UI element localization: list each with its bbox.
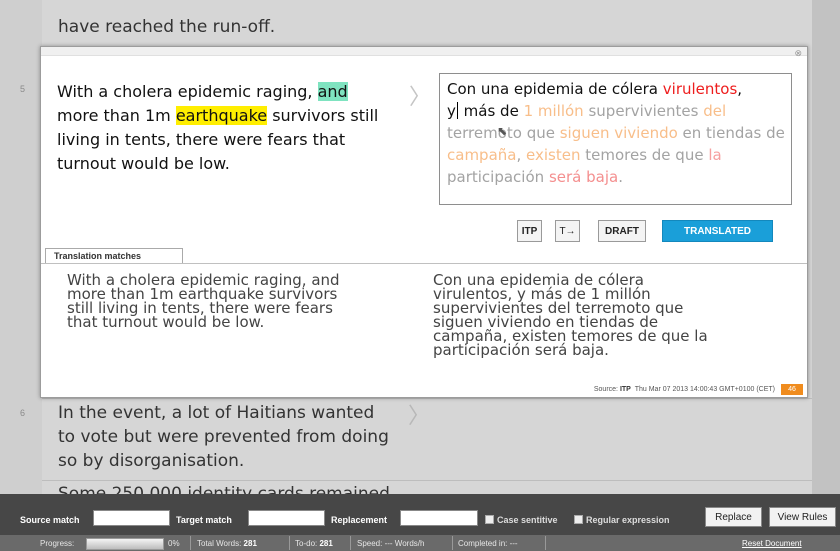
segment-line: In the event, a lot of Haitians wanted: [58, 403, 375, 423]
segment-line: to vote but were prevented from doing: [58, 427, 389, 447]
chevron-right-icon: 〉: [408, 404, 431, 429]
regex-checkbox[interactable]: [574, 515, 583, 524]
segment-number: 6: [20, 408, 26, 418]
source-segment: With a cholera epidemic raging, and more…: [57, 80, 387, 176]
replace-button[interactable]: Replace: [705, 507, 762, 527]
target-word-changed: virulentos: [662, 80, 738, 98]
replacement-input[interactable]: [400, 510, 478, 526]
completed-in: Completed in: ---: [458, 539, 518, 548]
view-rules-button[interactable]: View Rules: [769, 507, 836, 527]
tab-translation-matches[interactable]: Translation matches: [45, 248, 183, 263]
segment-6-source[interactable]: In the event, a lot of Haitians wanted t…: [58, 401, 389, 473]
match-line: participación será baja.: [433, 341, 609, 359]
match-line: that turnout would be low.: [67, 313, 265, 331]
progress-label: Progress:: [40, 539, 75, 548]
source-text-part: With a cholera epidemic raging,: [57, 82, 318, 101]
source-match-label: Source match: [20, 515, 80, 525]
status-divider: [350, 536, 351, 550]
chevron-right-icon: 〉: [409, 85, 432, 110]
match-score-badge: 46: [781, 384, 803, 395]
page: have reached the run-off. 5 6 In the eve…: [0, 0, 840, 551]
match-target[interactable]: Con una epidemia de cólera virulentos, y…: [433, 273, 773, 359]
tab-divider: [41, 263, 807, 264]
replacement-label: Replacement: [331, 515, 388, 525]
target-word-faded: ,: [516, 146, 527, 164]
regex-label: Regular expression: [586, 515, 670, 525]
target-word-suggested: existen: [526, 146, 581, 164]
todo-count: To-do: 281: [295, 539, 333, 548]
reset-document-link[interactable]: Reset Document: [742, 539, 802, 548]
segment-editor: ⊗ With a cholera epidemic raging, and mo…: [40, 46, 808, 398]
todo-value: 281: [319, 539, 333, 548]
target-word-suggested: será baja: [548, 168, 619, 186]
status-divider: [452, 536, 453, 550]
target-word: ,: [737, 80, 743, 98]
target-word: Con una epidemia de cólera: [447, 80, 663, 98]
toggle-button[interactable]: T→: [555, 220, 580, 242]
target-word-suggested: 1 millón: [523, 102, 584, 120]
status-divider: [545, 536, 546, 550]
target-word-suggested: campaña: [447, 146, 517, 164]
segment-line: so by disorganisation.: [58, 451, 245, 471]
match-metadata: Source: ITP Thu Mar 07 2013 14:00:43 GMT…: [594, 386, 775, 393]
editor-top-bar: [41, 47, 807, 56]
scroll-gutter[interactable]: [812, 0, 840, 494]
source-match-input[interactable]: [93, 510, 170, 526]
status-divider: [289, 536, 290, 550]
case-sensitive-checkbox[interactable]: [485, 515, 494, 524]
meta-prefix: Source:: [593, 386, 620, 393]
itp-button[interactable]: ITP: [517, 220, 542, 242]
target-word-suggested: del: [703, 102, 727, 120]
progress-percent: 0%: [168, 539, 180, 548]
translated-button[interactable]: TRANSLATED: [662, 220, 773, 242]
total-words: Total Words: 281: [197, 539, 257, 548]
case-sensitive-label: Case sentitive: [497, 515, 558, 525]
highlighted-word[interactable]: earthquake: [175, 106, 268, 125]
segment-number: 5: [20, 84, 26, 94]
previous-segment-text: have reached the run-off.: [58, 17, 276, 37]
target-word-faded: temores de que: [580, 146, 709, 164]
meta-date: Thu Mar 07 2013 14:00:43 GMT+0100 (CET): [634, 386, 775, 393]
speed: Speed: --- Words/h: [357, 539, 425, 548]
match-source: With a cholera epidemic raging, and more…: [67, 273, 397, 331]
target-word-suggested: la: [708, 146, 722, 164]
draft-button[interactable]: DRAFT: [598, 220, 646, 242]
progress-bar: [86, 538, 164, 550]
meta-source: ITP: [619, 386, 631, 393]
highlighted-word[interactable]: and: [317, 82, 348, 101]
target-editor[interactable]: Con una epidemia de cólera virulentos, y …: [439, 73, 792, 205]
target-word-faded: .: [618, 168, 623, 186]
text-caret: [456, 102, 458, 119]
total-words-value: 281: [243, 539, 257, 548]
segment-7-source[interactable]: Some 250,000 identity cards remained: [58, 485, 390, 494]
row-divider: [42, 480, 812, 481]
close-icon[interactable]: ⊗: [794, 48, 802, 59]
target-word: y: [447, 102, 456, 120]
status-divider: [190, 536, 191, 550]
total-words-label: Total Words:: [197, 539, 242, 548]
target-word-suggested: siguen viviendo: [559, 124, 678, 142]
target-word-faded: en tiendas de: [677, 124, 785, 142]
target-word-faded: supervivientes: [583, 102, 704, 120]
mouse-pointer-icon: ⬉: [497, 124, 508, 138]
target-word-faded: participación: [447, 168, 549, 186]
target-match-label: Target match: [176, 515, 232, 525]
source-text-part: more than 1m: [57, 106, 176, 125]
todo-label: To-do:: [295, 539, 318, 548]
target-match-input[interactable]: [248, 510, 325, 526]
target-word: más de: [458, 102, 524, 120]
